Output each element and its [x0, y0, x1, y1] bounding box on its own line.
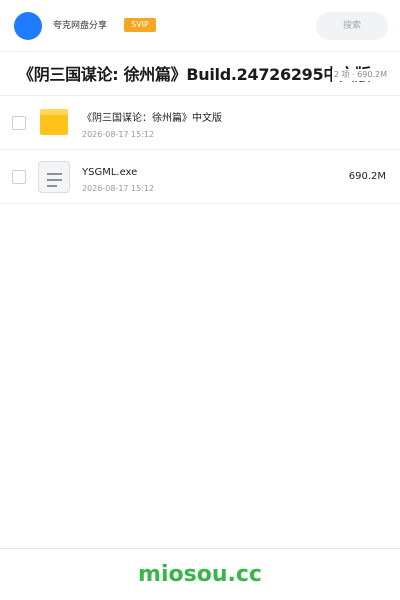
file-row[interactable]: 《阴三国谋论：徐州篇》中文版 2026-08-17 15:12 — [0, 96, 400, 150]
file-name[interactable]: YSGML.exe — [82, 166, 137, 180]
file-size: 690.2M — [348, 171, 386, 182]
avatar[interactable] — [14, 12, 42, 40]
page-title: 《阴三国谋论: 徐州篇》Build.24726295中文版 — [18, 65, 371, 84]
folder-meta: 2 项 · 690.2M — [331, 69, 387, 81]
top-bar: 夸克网盘分享 SVIP — [0, 0, 400, 52]
file-row[interactable]: YSGML.exe 2026-08-17 15:12 690.2M — [0, 150, 400, 204]
file-name[interactable]: 《阴三国谋论：徐州篇》中文版 — [82, 112, 222, 126]
folder-icon — [40, 109, 68, 135]
select-checkbox[interactable] — [12, 170, 26, 184]
footer-bar: miosou.cc — [0, 548, 400, 600]
search-input[interactable] — [316, 12, 388, 40]
sharer-name: 夸克网盘分享 — [53, 21, 108, 31]
file-date: 2026-08-17 15:12 — [82, 130, 155, 139]
file-date: 2026-08-17 15:12 — [82, 184, 155, 193]
watermark-text: miosou.cc — [138, 562, 262, 587]
svip-badge: SVIP — [124, 18, 156, 32]
folder-header: 《阴三国谋论: 徐州篇》Build.24726295中文版 2 项 · 690.… — [0, 52, 400, 96]
document-icon — [38, 161, 70, 193]
select-checkbox[interactable] — [12, 116, 26, 130]
